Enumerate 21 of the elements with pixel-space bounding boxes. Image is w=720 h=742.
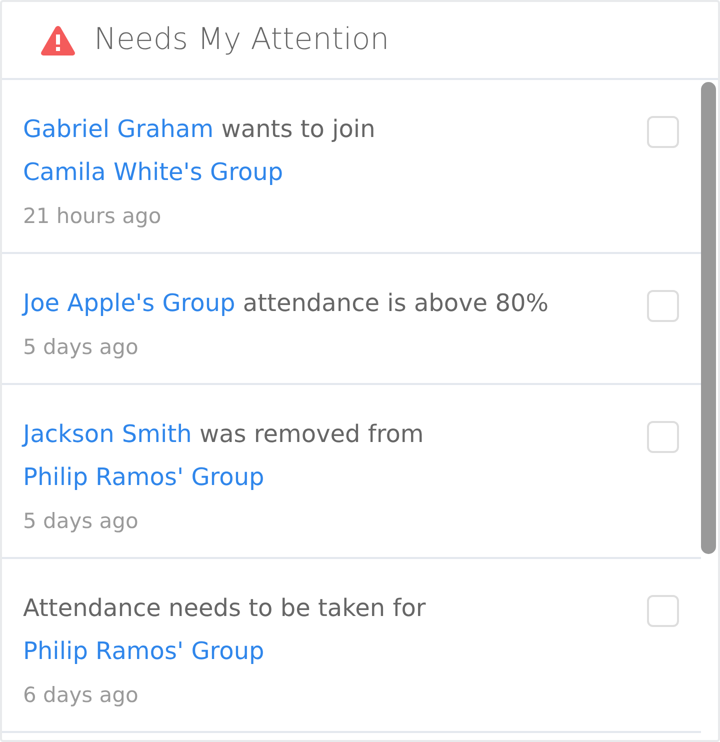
group-link[interactable]: Philip Ramos' Group xyxy=(23,637,264,665)
group-link[interactable]: Camila White's Group xyxy=(23,158,284,186)
checkbox[interactable] xyxy=(647,290,679,322)
notification-message: Gabriel Graham wants to join Camila White's Group xyxy=(23,114,376,188)
checkbox[interactable] xyxy=(647,421,679,453)
scrollbar-thumb[interactable] xyxy=(701,82,716,554)
checkbox[interactable] xyxy=(647,116,679,148)
group-link[interactable]: Gabriel Graham xyxy=(23,115,214,143)
group-link[interactable]: Philip Ramos' Group xyxy=(23,463,264,491)
notification-message: Attendance needs to be taken for Philip Ramos' Group xyxy=(23,593,427,667)
group-link[interactable]: Jackson Smith xyxy=(23,420,192,448)
warning-icon xyxy=(40,24,76,56)
panel-title: Needs My Attention xyxy=(94,21,390,59)
group-link[interactable]: Joe Apple's Group xyxy=(23,289,236,317)
timestamp: 5 days ago xyxy=(23,508,140,535)
notification-message: Joe Apple's Group attendance is above 80% xyxy=(23,288,550,319)
timestamp: 5 days ago xyxy=(23,334,140,361)
notification-message: Jackson Smith was removed from Philip Ramos' Group xyxy=(23,419,425,493)
timestamp: 21 hours ago xyxy=(23,203,162,230)
checkbox[interactable] xyxy=(647,595,679,627)
timestamp: 6 days ago xyxy=(23,682,140,709)
